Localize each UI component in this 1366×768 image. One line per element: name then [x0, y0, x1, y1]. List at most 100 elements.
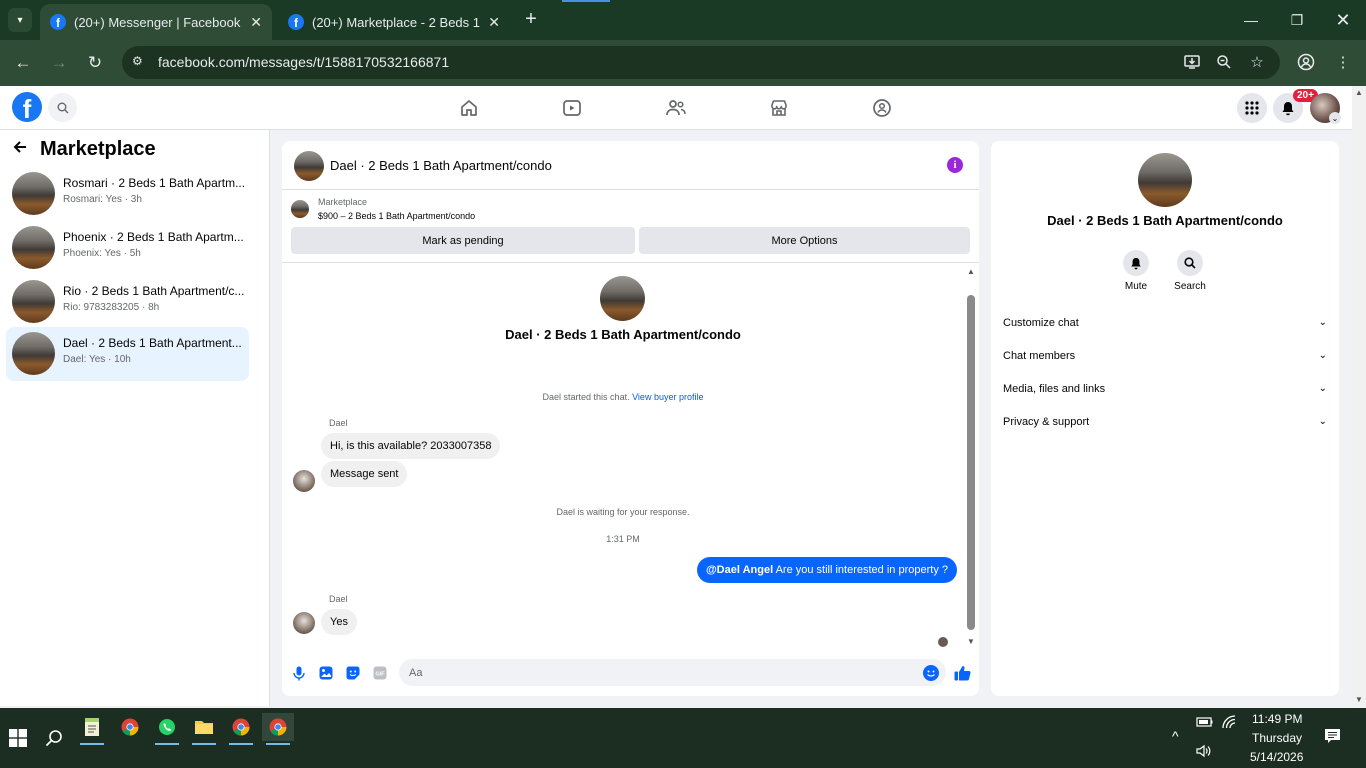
- listing-thumbnail: [12, 226, 55, 269]
- seen-avatar: [938, 637, 948, 647]
- more-options-button[interactable]: More Options: [639, 227, 970, 254]
- conversation-item[interactable]: Rosmari · 2 Beds 1 Bath Apartm... Rosmar…: [6, 167, 249, 221]
- friends-icon[interactable]: [663, 95, 689, 121]
- page-scrollbar[interactable]: ▲ ▼: [1352, 86, 1366, 706]
- section-label: Media, files and links: [1003, 383, 1106, 395]
- sender-avatar[interactable]: [293, 612, 315, 634]
- close-tab-icon[interactable]: ✕: [250, 14, 262, 31]
- action-center-icon[interactable]: [1324, 728, 1341, 747]
- chat-members-section[interactable]: Chat members ⌄: [1003, 350, 1327, 370]
- message-composer[interactable]: [399, 659, 946, 686]
- mark-pending-button[interactable]: Mark as pending: [291, 227, 635, 254]
- chat-started-notice: Dael started this chat. View buyer profi…: [282, 392, 964, 402]
- notepad-icon[interactable]: [78, 713, 106, 741]
- video-icon[interactable]: [559, 95, 585, 121]
- volume-icon[interactable]: [1196, 744, 1212, 761]
- back-arrow-icon[interactable]: [12, 138, 28, 161]
- chat-title[interactable]: Dael · 2 Beds 1 Bath Apartment/condo: [330, 158, 552, 173]
- emoji-icon[interactable]: [923, 665, 939, 681]
- chat-scrollbar[interactable]: ▲ ▼: [964, 265, 978, 646]
- new-tab-button[interactable]: +: [520, 8, 542, 30]
- listing-thumbnail: [12, 172, 55, 215]
- customize-chat-section[interactable]: Customize chat ⌄: [1003, 317, 1327, 337]
- facebook-favicon-icon: f: [50, 14, 66, 30]
- conversation-item-active[interactable]: Dael · 2 Beds 1 Bath Apartment... Dael: …: [6, 327, 249, 381]
- section-label: Customize chat: [1003, 317, 1079, 329]
- forward-button[interactable]: →: [47, 51, 71, 75]
- sidebar-title: Marketplace: [40, 138, 156, 160]
- tab-search-button[interactable]: ▾: [8, 8, 32, 32]
- conversation-item[interactable]: Phoenix · 2 Beds 1 Bath Apartm... Phoeni…: [6, 221, 249, 275]
- bookmark-star-icon[interactable]: ☆: [1247, 52, 1267, 72]
- outgoing-message[interactable]: @Dael Angel Are you still interested in …: [696, 557, 957, 583]
- file-explorer-icon[interactable]: [190, 713, 218, 741]
- menu-grid-icon[interactable]: [1237, 93, 1267, 123]
- battery-icon[interactable]: [1196, 716, 1214, 731]
- tab-messenger[interactable]: f (20+) Messenger | Facebook ✕: [40, 4, 272, 40]
- mention[interactable]: @Dael Angel: [706, 564, 773, 576]
- clock-day[interactable]: Thursday: [1252, 731, 1302, 745]
- zoom-icon[interactable]: [1214, 52, 1234, 72]
- view-buyer-profile-link[interactable]: View buyer profile: [632, 392, 703, 402]
- minimize-button[interactable]: —: [1228, 0, 1274, 40]
- info-icon[interactable]: i: [947, 157, 963, 173]
- restore-button[interactable]: ❐: [1274, 0, 1320, 40]
- browser-menu-icon[interactable]: ⋮: [1333, 52, 1353, 72]
- conversation-preview: Rosmari: Yes · 3h: [63, 194, 142, 205]
- chat-thumbnail[interactable]: [294, 151, 324, 181]
- close-tab-icon[interactable]: ✕: [488, 14, 500, 31]
- clock-date[interactable]: 5/14/2026: [1250, 750, 1303, 764]
- privacy-support-section[interactable]: Privacy & support ⌄: [1003, 416, 1327, 436]
- wifi-icon[interactable]: [1222, 715, 1236, 732]
- scroll-down-arrow-icon[interactable]: ▼: [967, 637, 975, 646]
- incoming-message[interactable]: Yes: [321, 609, 357, 635]
- photo-icon[interactable]: [318, 665, 334, 681]
- tab-marketplace[interactable]: f (20+) Marketplace - 2 Beds 1 Ba ✕: [278, 4, 510, 40]
- windows-start-icon[interactable]: [4, 724, 32, 752]
- whatsapp-icon[interactable]: [153, 713, 181, 741]
- microphone-icon[interactable]: [291, 665, 307, 681]
- install-app-icon[interactable]: [1182, 52, 1202, 72]
- address-bar[interactable]: ⚙ facebook.com/messages/t/15881705321668…: [122, 46, 1280, 79]
- like-thumbs-up-icon[interactable]: [953, 664, 971, 682]
- gif-icon[interactable]: GIF: [372, 665, 388, 681]
- svg-text:GIF: GIF: [375, 672, 385, 678]
- back-button[interactable]: ←: [11, 51, 35, 75]
- listing-price-title[interactable]: $900 – 2 Beds 1 Bath Apartment/condo: [318, 211, 475, 221]
- home-icon[interactable]: [456, 95, 482, 121]
- message-input[interactable]: [409, 664, 899, 681]
- search-icon[interactable]: [48, 93, 77, 122]
- chevron-down-icon[interactable]: ⌄: [1329, 112, 1341, 124]
- incoming-message[interactable]: Hi, is this available? 2033007358: [321, 433, 501, 459]
- close-window-button[interactable]: ✕: [1320, 0, 1366, 40]
- message-timestamp: 1:31 PM: [606, 534, 640, 544]
- scroll-up-arrow-icon[interactable]: ▲: [967, 267, 975, 276]
- mute-button[interactable]: [1123, 250, 1149, 276]
- sticker-icon[interactable]: [345, 665, 361, 681]
- scrollbar-thumb[interactable]: [967, 295, 975, 630]
- groups-icon[interactable]: [869, 95, 895, 121]
- incoming-message[interactable]: Message sent: [321, 461, 408, 487]
- sender-avatar[interactable]: [293, 470, 315, 492]
- profile-icon[interactable]: [1296, 52, 1316, 72]
- chrome-icon[interactable]: [116, 713, 144, 741]
- chrome-icon[interactable]: [227, 713, 255, 741]
- scroll-down-arrow-icon[interactable]: ▼: [1355, 695, 1363, 704]
- scroll-up-arrow-icon[interactable]: ▲: [1355, 88, 1363, 97]
- reload-button[interactable]: ↻: [83, 51, 107, 75]
- site-info-icon[interactable]: ⚙: [132, 54, 148, 70]
- facebook-logo[interactable]: f: [12, 92, 42, 122]
- show-hidden-icons-icon[interactable]: ^: [1172, 728, 1179, 744]
- marketplace-icon[interactable]: [766, 95, 792, 121]
- chat-started-text: Dael started this chat.: [542, 392, 630, 402]
- clock-time[interactable]: 11:49 PM: [1252, 712, 1302, 726]
- section-label: Chat members: [1003, 350, 1076, 362]
- search-icon[interactable]: [40, 724, 68, 752]
- search-in-chat-button[interactable]: [1177, 250, 1203, 276]
- conversation-item[interactable]: Rio · 2 Beds 1 Bath Apartment/c... Rio: …: [6, 275, 249, 329]
- chrome-active-icon[interactable]: [262, 713, 294, 741]
- url-text[interactable]: facebook.com/messages/t/1588170532166871: [158, 54, 449, 70]
- conversation-preview: Rio: 9783283205 · 8h: [63, 302, 160, 313]
- chevron-down-icon: ⌄: [1318, 416, 1327, 427]
- media-files-links-section[interactable]: Media, files and links ⌄: [1003, 383, 1327, 403]
